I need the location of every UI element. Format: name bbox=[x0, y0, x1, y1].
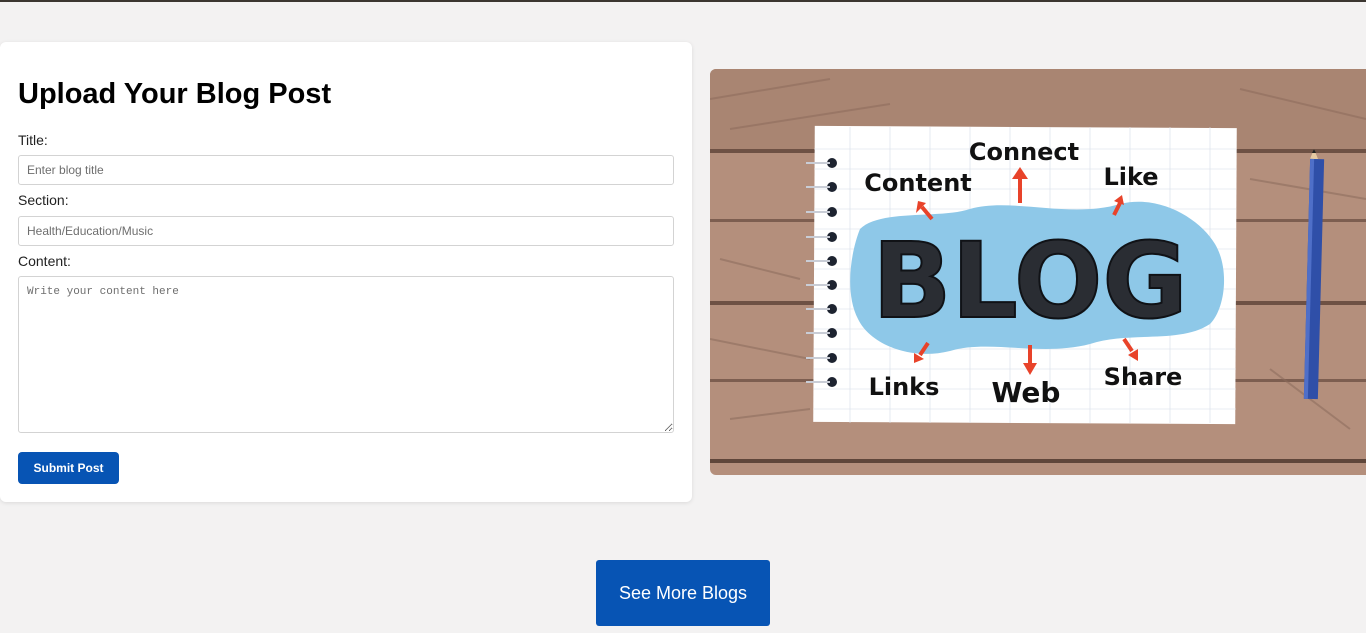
illustration-word-links: Links bbox=[869, 373, 940, 401]
illustration-main-word: BLOG bbox=[872, 220, 1188, 342]
illustration-word-like: Like bbox=[1103, 163, 1158, 191]
illustration-word-share: Share bbox=[1104, 363, 1183, 391]
see-more-blogs-button[interactable]: See More Blogs bbox=[596, 560, 770, 626]
blog-title-input[interactable] bbox=[18, 155, 674, 185]
title-label: Title: bbox=[18, 132, 48, 148]
illustration-word-content: Content bbox=[864, 169, 972, 197]
blog-section-input[interactable] bbox=[18, 216, 674, 246]
page-title: Upload Your Blog Post bbox=[18, 78, 332, 110]
content-label: Content: bbox=[18, 253, 71, 269]
illustration-word-web: Web bbox=[992, 376, 1061, 409]
top-border bbox=[0, 0, 1366, 2]
submit-post-button[interactable]: Submit Post bbox=[18, 452, 119, 484]
blog-content-textarea[interactable] bbox=[18, 276, 674, 433]
blog-illustration-image: BLOG Connect Content Like Links Web Shar… bbox=[710, 69, 1366, 475]
illustration-word-connect: Connect bbox=[969, 138, 1079, 166]
section-label: Section: bbox=[18, 192, 69, 208]
